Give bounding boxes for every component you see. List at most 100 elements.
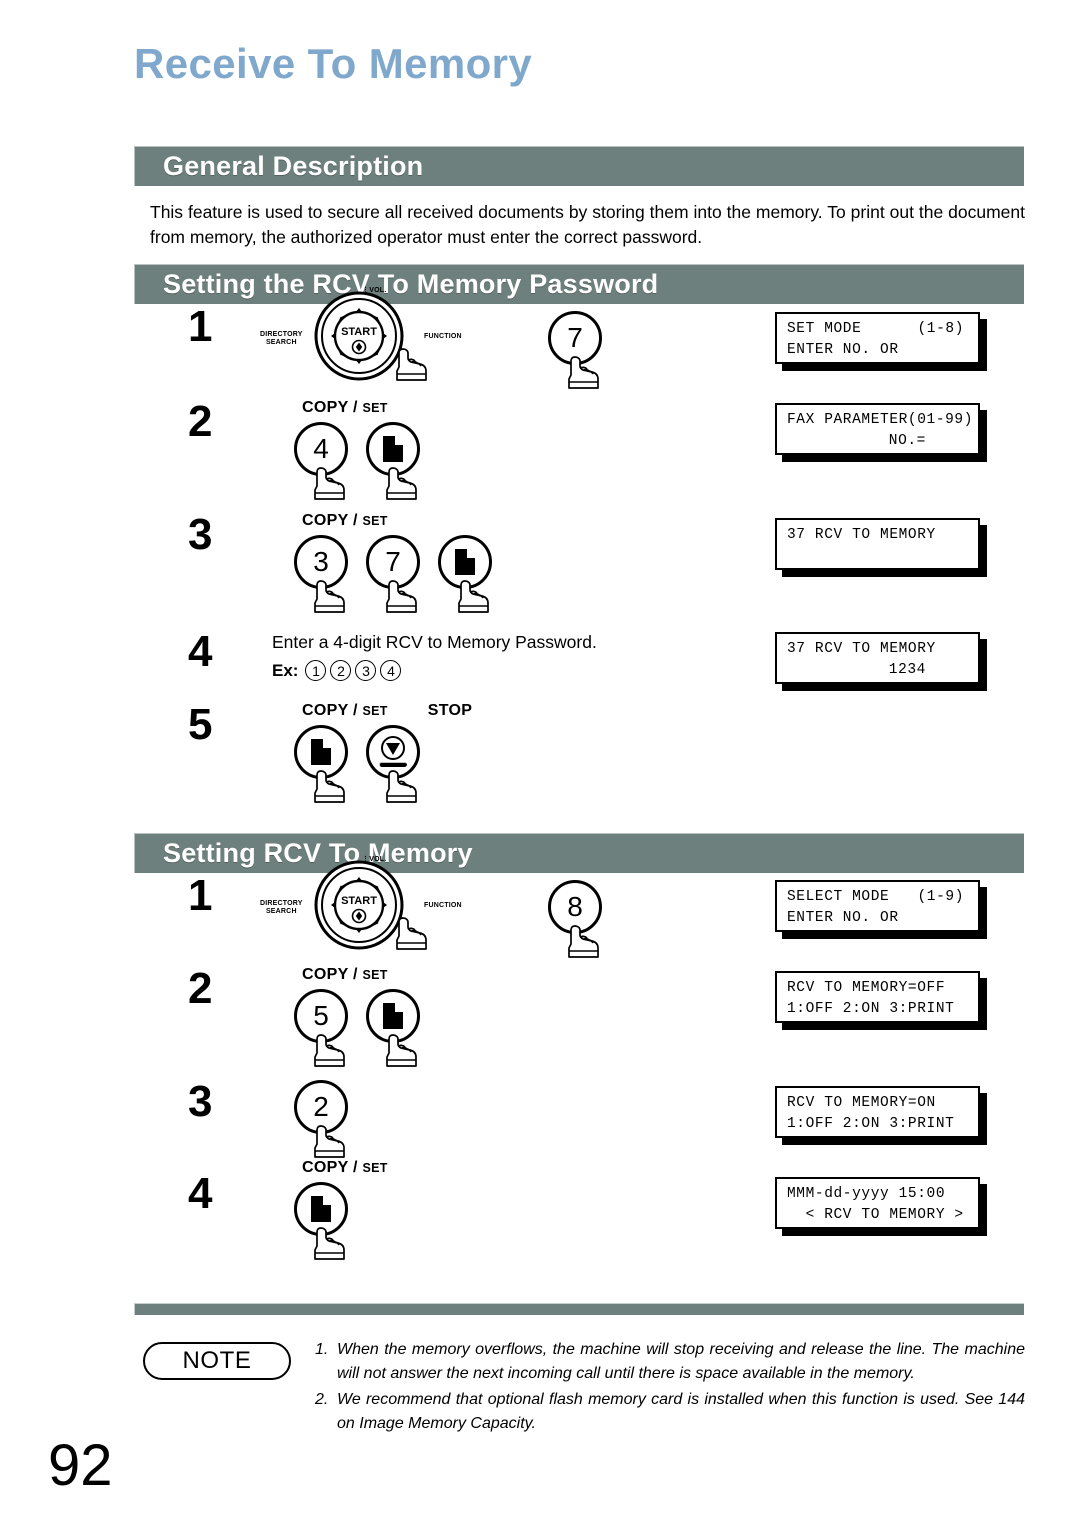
navigation-wheel-icon: START: [314, 860, 404, 950]
lcd-display: SET MODE (1-8) ENTER NO. OR: [775, 312, 980, 364]
pointing-hand: [566, 355, 612, 391]
example-digit: 4: [380, 660, 402, 681]
pointing-hand-icon: [396, 917, 427, 950]
keypad-button-7[interactable]: 7: [366, 535, 420, 613]
wheel-label-function: FUNCTION: [424, 333, 462, 340]
pointing-hand-icon: [314, 1125, 345, 1158]
section-heading-general: General Description: [163, 151, 424, 181]
pointing-hand-icon: [314, 467, 345, 500]
key-digit-label: 7: [385, 546, 401, 577]
lcd-line-2: 1:OFF 2:ON 3:PRINT: [787, 1001, 955, 1017]
keypad-button-5[interactable]: 5: [294, 989, 348, 1067]
pointing-hand-icon: [396, 348, 427, 381]
pointing-hand: [394, 347, 446, 387]
lcd-line-2: < RCV TO MEMORY >: [787, 1207, 964, 1223]
step-content: COPY / SET 3 7: [254, 513, 492, 613]
pointing-hand: [384, 579, 430, 615]
key-digit-label: 3: [313, 546, 329, 577]
lcd-line-1: RCV TO MEMORY=ON: [787, 1095, 936, 1111]
pointing-hand-icon: [458, 580, 489, 613]
lcd-line-1: SELECT MODE: [787, 889, 890, 905]
navigation-wheel[interactable]: START ⋮VOL. DIRECTORY SEARCH FUNCTION: [254, 856, 554, 950]
step-content: START ⋮VOL. DIRECTORY SEARCH FUNCTION 7: [254, 287, 602, 389]
keypad-button-copy-set[interactable]: [438, 535, 492, 613]
general-description-body: This feature is used to secure all recei…: [150, 202, 1025, 247]
stop-icon: [378, 736, 408, 768]
step-content: COPY / SET: [254, 1160, 388, 1260]
step-number: 5: [188, 700, 213, 749]
step-number: 1: [188, 302, 213, 351]
lcd-line-1: FAX PARAMETER(01-99): [787, 412, 974, 428]
step-number: 3: [188, 1077, 213, 1126]
svg-text:START: START: [341, 895, 377, 907]
pointing-hand: [312, 1124, 358, 1160]
example-label: Ex:: [272, 660, 299, 680]
pointing-hand: [312, 466, 358, 502]
keypad-button-copy-set[interactable]: [294, 725, 348, 803]
note-item: 2. We recommend that optional flash memo…: [315, 1388, 1025, 1435]
lcd-line-1-right: (1-9): [917, 889, 964, 905]
copy-set-page-icon: [311, 739, 331, 765]
lcd-line-2: ENTER NO. OR: [787, 342, 899, 358]
page-title: Receive To Memory: [134, 40, 533, 87]
pointing-hand: [312, 579, 358, 615]
pointing-hand: [566, 924, 612, 960]
wheel-label-vol: ⋮VOL.: [362, 856, 387, 863]
step-content: 2: [254, 1080, 348, 1158]
lcd-line-2: ENTER NO. OR: [787, 910, 899, 926]
password-example: Ex: 1234: [272, 660, 597, 681]
step-content: Enter a 4-digit RCV to Memory Password. …: [254, 630, 597, 681]
pointing-hand-icon: [386, 1034, 417, 1067]
lcd-line-2: 1:OFF 2:ON 3:PRINT: [787, 1116, 955, 1132]
keypad-button-copy-set[interactable]: [294, 1182, 348, 1260]
step-number: 2: [188, 397, 213, 446]
keypad-button-2[interactable]: 2: [294, 1080, 348, 1158]
svg-text:START: START: [341, 326, 377, 338]
keypad-button-4[interactable]: 4: [294, 422, 348, 500]
pointing-hand-icon: [386, 467, 417, 500]
lcd-line-1: MMM-dd-yyyy 15:00: [787, 1186, 946, 1202]
pointing-hand-icon: [314, 580, 345, 613]
lcd-line-1: RCV TO MEMORY=OFF: [787, 980, 946, 996]
keypad-button-3[interactable]: 3: [294, 535, 348, 613]
key-digit-label: 7: [567, 322, 583, 353]
step-content: COPY / SET 5: [254, 967, 420, 1067]
note-item-number: 1.: [315, 1341, 329, 1358]
pointing-hand-icon: [314, 1034, 345, 1067]
lcd-display: RCV TO MEMORY=OFF 1:OFF 2:ON 3:PRINT: [775, 971, 980, 1023]
wheel-label-directory-search: DIRECTORY SEARCH: [260, 331, 303, 346]
step-number: 1: [188, 871, 213, 920]
example-digit: 2: [330, 660, 352, 681]
pointing-hand-icon: [386, 770, 417, 803]
keypad-button-copy-set[interactable]: [366, 989, 420, 1067]
step-content: COPY / SET STOP: [254, 702, 473, 803]
key-digit-label: 5: [313, 1000, 329, 1031]
wheel-label-directory-search: DIRECTORY SEARCH: [260, 900, 303, 915]
step-number: 2: [188, 964, 213, 1013]
navigation-wheel[interactable]: START ⋮VOL. DIRECTORY SEARCH FUNCTION: [254, 287, 554, 381]
pointing-hand-icon: [386, 580, 417, 613]
copy-set-page-icon: [383, 1003, 403, 1029]
example-digit: 1: [305, 660, 327, 681]
step-number: 3: [188, 510, 213, 559]
keypad-button-7[interactable]: 7: [548, 311, 602, 389]
lcd-line-1: SET MODE: [787, 321, 862, 337]
lcd-display: RCV TO MEMORY=ON 1:OFF 2:ON 3:PRINT: [775, 1086, 980, 1138]
keypad-button-stop[interactable]: [366, 725, 420, 803]
password-instruction: Enter a 4-digit RCV to Memory Password.: [272, 632, 597, 652]
pointing-hand: [384, 769, 430, 805]
keypad-button-8[interactable]: 8: [548, 880, 602, 958]
note-list: 1. When the memory overflows, the machin…: [315, 1338, 1025, 1438]
copy-set-page-icon: [311, 1196, 331, 1222]
key-label-stop: STOP: [427, 702, 473, 719]
pointing-hand: [312, 1033, 358, 1069]
lcd-display: 37 RCV TO MEMORY 1234: [775, 632, 980, 684]
pointing-hand: [384, 466, 430, 502]
note-item: 1. When the memory overflows, the machin…: [315, 1338, 1025, 1385]
lcd-line-1-right: (1-8): [917, 321, 964, 337]
pointing-hand-icon: [314, 770, 345, 803]
lcd-line-2: NO.=: [888, 433, 926, 449]
lcd-line-1: 37 RCV TO MEMORY: [787, 641, 936, 657]
lcd-display: SELECT MODE (1-9) ENTER NO. OR: [775, 880, 980, 932]
keypad-button-copy-set[interactable]: [366, 422, 420, 500]
